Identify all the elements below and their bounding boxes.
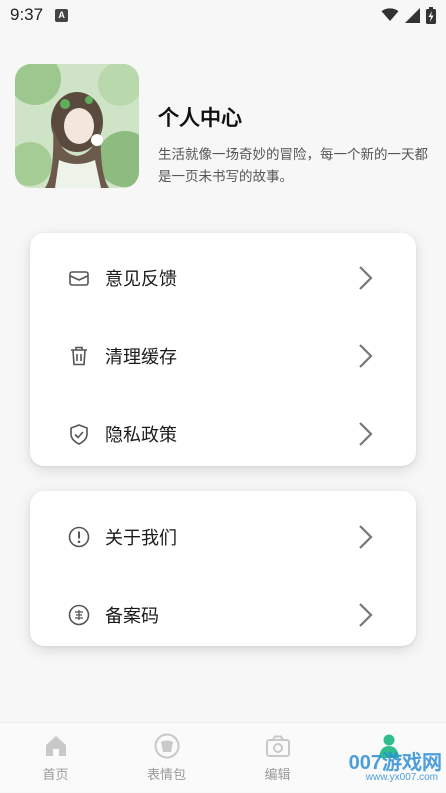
chevron-right-icon	[356, 421, 374, 447]
menu-item-privacy-policy[interactable]: 隐私政策	[30, 395, 416, 473]
watermark-url: www.yx007.com	[365, 772, 438, 783]
signal-icon	[405, 7, 420, 23]
tab-edit[interactable]: 编辑	[222, 723, 333, 793]
shield-check-icon	[68, 423, 90, 445]
tab-label-home: 首页	[42, 768, 69, 783]
menu-label-record-code: 备案码	[105, 606, 159, 627]
profile-header: 个人中心 生活就像一场奇妙的冒险，每一个新的一天都是一页未书写的故事。	[15, 64, 435, 189]
camera-icon	[265, 735, 290, 757]
app-notification-icon: A	[55, 8, 69, 22]
record-badge-icon	[68, 604, 90, 626]
tab-label-stickers: 表情包	[146, 768, 186, 783]
page-title: 个人中心	[158, 106, 242, 130]
sticker-icon	[154, 733, 179, 759]
status-icons	[381, 6, 436, 24]
battery-charging-icon	[426, 6, 436, 24]
tab-home[interactable]: 首页	[0, 723, 111, 793]
settings-card-primary: 意见反馈 清理缓存 隐私政策	[30, 233, 416, 466]
menu-item-clear-cache[interactable]: 清理缓存	[30, 317, 416, 395]
menu-item-about-us[interactable]: 关于我们	[30, 498, 416, 576]
tab-stickers[interactable]: 表情包	[111, 723, 222, 793]
menu-label-clear-cache: 清理缓存	[105, 347, 177, 368]
menu-item-record-code[interactable]: 备案码	[30, 576, 416, 654]
wifi-icon	[381, 8, 399, 21]
chevron-right-icon	[356, 602, 374, 628]
menu-label-privacy-policy: 隐私政策	[105, 425, 177, 446]
settings-card-secondary: 关于我们 备案码	[30, 491, 416, 646]
home-icon	[45, 736, 66, 756]
chevron-right-icon	[356, 265, 374, 291]
status-bar: 9:37 A	[0, 0, 446, 30]
chevron-right-icon	[356, 524, 374, 550]
watermark-logo: 007游戏网	[348, 752, 442, 774]
mail-icon	[68, 267, 90, 289]
menu-label-about-us: 关于我们	[105, 528, 177, 549]
tab-label-edit: 编辑	[264, 768, 291, 783]
info-circle-icon	[68, 526, 90, 548]
profile-description: 生活就像一场奇妙的冒险，每一个新的一天都是一页未书写的故事。	[158, 147, 428, 185]
trash-icon	[68, 345, 90, 367]
chevron-right-icon	[356, 343, 374, 369]
avatar[interactable]	[15, 64, 139, 188]
menu-label-feedback: 意见反馈	[105, 269, 177, 290]
status-time: 9:37	[10, 5, 44, 24]
avatar-image	[15, 64, 139, 188]
menu-item-feedback[interactable]: 意见反馈	[30, 239, 416, 317]
